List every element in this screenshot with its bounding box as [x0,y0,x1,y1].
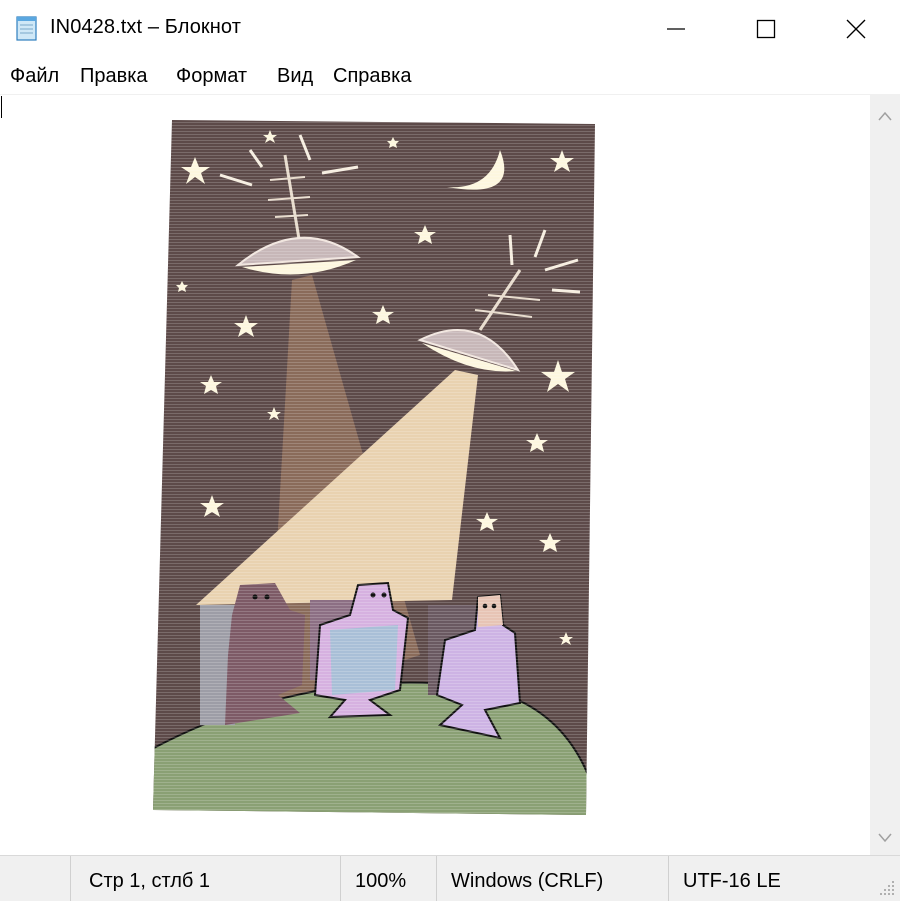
status-zoom: 100% [340,856,436,901]
status-line-ending: Windows (CRLF) [436,856,668,901]
status-encoding: UTF-16 LE [668,856,900,901]
scanline-overlay [153,120,595,815]
vertical-scrollbar[interactable] [870,95,900,855]
line-ending: Windows (CRLF) [451,870,604,892]
status-bar: Стр 1, стлб 1 100% Windows (CRLF) UTF-16… [0,855,900,901]
zoom-level: 100% [355,870,407,892]
illustration [153,120,595,815]
close-icon [846,19,866,39]
menu-edit[interactable]: Правка [80,65,148,88]
menu-bar: Файл Правка Формат Вид Справка [0,60,900,95]
menu-format[interactable]: Формат [176,65,247,88]
window-title: IN0428.txt – Блокнот [50,16,241,38]
scroll-up-button[interactable] [870,99,900,133]
menu-help[interactable]: Справка [333,65,411,88]
chevron-down-icon [878,833,892,843]
cursor-position: Стр 1, стлб 1 [89,870,211,892]
scroll-down-button[interactable] [870,821,900,855]
maximize-button[interactable] [720,0,812,58]
notepad-icon [16,16,37,41]
menu-file[interactable]: Файл [10,65,59,88]
title-bar: IN0428.txt – Блокнот [0,0,900,58]
maximize-icon [756,19,776,39]
text-editor[interactable] [0,95,870,855]
encoding: UTF-16 LE [683,870,781,892]
resize-grip-icon[interactable] [878,879,896,897]
menu-view[interactable]: Вид [277,65,313,88]
chevron-up-icon [878,111,892,121]
minimize-button[interactable] [630,0,722,58]
close-button[interactable] [810,0,900,58]
minimize-icon [667,28,685,30]
status-position: Стр 1, стлб 1 [70,856,340,901]
